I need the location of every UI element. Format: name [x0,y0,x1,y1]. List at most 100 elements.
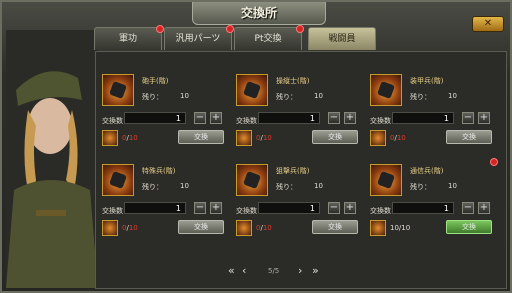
material-icon [370,220,386,236]
quantity-label: 交換数 [236,117,257,125]
item-name: 装甲兵(階) [410,77,444,85]
owned-current: 0 [256,224,261,232]
minus-button[interactable]: − [194,112,206,124]
special-item-icon[interactable] [102,164,134,196]
owned-required: 10 [396,134,406,142]
exchange-item-card: 通信兵(階) 残り： 10 交換数 1 − + 10/10 交換 [370,158,498,246]
gunner-item-icon[interactable] [102,74,134,106]
tab-pt-exchange[interactable]: Pt交換 [234,25,304,50]
page-indicator: 5/5 [268,267,280,275]
close-button[interactable]: ✕ [472,16,504,32]
remaining-label: 残り： [142,183,163,191]
owned-required: 10 [128,224,138,232]
quantity-input[interactable]: 1 [258,112,320,124]
remaining-label: 残り： [276,93,297,101]
exchange-button[interactable]: 交換 [446,130,492,144]
item-name: 特殊兵(階) [142,167,176,175]
quantity-input[interactable]: 1 [258,202,320,214]
exchange-item-card: 砲手(階) 残り： 10 交換数 1 − + 0/10 交換 [102,74,228,156]
prev-page-button[interactable]: ‹ [242,264,246,277]
quantity-label: 交換数 [236,207,257,215]
next-page-button[interactable]: › [298,264,302,277]
remaining-label: 残り： [410,183,431,191]
remaining-count: 10 [448,92,457,100]
item-name: 狙撃兵(階) [276,167,310,175]
notification-dot [226,25,234,33]
exchange-item-card: 装甲兵(階) 残り： 10 交換数 1 − + 0/10 交換 [370,74,496,156]
minus-button[interactable]: − [328,112,340,124]
remaining-label: 残り： [142,93,163,101]
remaining-label: 残り： [276,183,297,191]
remaining-count: 10 [180,182,189,190]
quantity-input[interactable]: 1 [124,112,186,124]
exchange-window: 交換所 ✕ 軍功 汎用パーツ Pt交換 戦闘員 砲手(階) 残り： 10 交換数… [0,0,512,293]
quantity-label: 交換数 [102,207,123,215]
sniper-item-icon[interactable] [236,164,268,196]
material-icon [370,130,386,146]
item-name: 操縦士(階) [276,77,310,85]
material-icon [236,130,252,146]
material-icon [102,220,118,236]
plus-button[interactable]: + [478,112,490,124]
title-bar: 交換所 [192,2,326,25]
owned-current: 0 [122,224,127,232]
owned-current: 0 [390,134,395,142]
owned-count: 0/10 [256,224,272,232]
exchange-button[interactable]: 交換 [312,220,358,234]
comms-item-icon[interactable] [370,164,402,196]
quantity-label: 交換数 [370,207,391,215]
item-name: 砲手(階) [142,77,169,85]
notification-dot [156,25,164,33]
tab-label: 汎用パーツ [175,34,221,44]
pagination: « ‹ 5/5 › » [228,264,328,278]
exchange-button[interactable]: 交換 [178,220,224,234]
minus-button[interactable]: − [194,202,206,214]
exchange-button[interactable]: 交換 [178,130,224,144]
tab-military-merit[interactable]: 軍功 [94,25,164,50]
tab-general-parts[interactable]: 汎用パーツ [164,25,234,50]
owned-count: 0/10 [390,134,406,142]
exchange-item-card: 操縦士(階) 残り： 10 交換数 1 − + 0/10 交換 [236,74,362,156]
first-page-button[interactable]: « [228,264,235,277]
remaining-count: 10 [314,182,323,190]
exchange-panel: 砲手(階) 残り： 10 交換数 1 − + 0/10 交換 操縦士(階) 残り… [95,51,507,289]
armored-item-icon[interactable] [370,74,402,106]
minus-button[interactable]: − [462,202,474,214]
owned-current: 0 [256,134,261,142]
owned-current: 10 [390,224,399,232]
notification-dot [296,25,304,33]
owned-required: 10 [401,224,411,232]
plus-button[interactable]: + [344,202,356,214]
plus-button[interactable]: + [344,112,356,124]
plus-button[interactable]: + [210,202,222,214]
tab-label: 軍功 [118,34,137,44]
owned-required: 10 [262,134,272,142]
minus-button[interactable]: − [328,202,340,214]
quantity-input[interactable]: 1 [392,112,454,124]
exchange-button[interactable]: 交換 [446,220,492,234]
last-page-button[interactable]: » [312,264,319,277]
quantity-input[interactable]: 1 [124,202,186,214]
material-icon [236,220,252,236]
owned-count: 10/10 [390,224,411,232]
tab-soldiers[interactable]: 戦闘員 [308,27,376,50]
tab-label: Pt交換 [254,34,282,44]
exchange-item-card: 特殊兵(階) 残り： 10 交換数 1 − + 0/10 交換 [102,164,228,246]
plus-button[interactable]: + [210,112,222,124]
remaining-count: 10 [448,182,457,190]
owned-required: 10 [128,134,138,142]
window-title: 交換所 [240,6,277,20]
quantity-label: 交換数 [370,117,391,125]
character-portrait [6,30,98,288]
item-name: 通信兵(階) [410,167,444,175]
minus-button[interactable]: − [462,112,474,124]
plus-button[interactable]: + [478,202,490,214]
notification-dot [490,158,498,166]
tab-label: 戦闘員 [328,34,356,44]
remaining-count: 10 [180,92,189,100]
owned-required: 10 [262,224,272,232]
exchange-button[interactable]: 交換 [312,130,358,144]
material-icon [102,130,118,146]
driver-item-icon[interactable] [236,74,268,106]
quantity-input[interactable]: 1 [392,202,454,214]
